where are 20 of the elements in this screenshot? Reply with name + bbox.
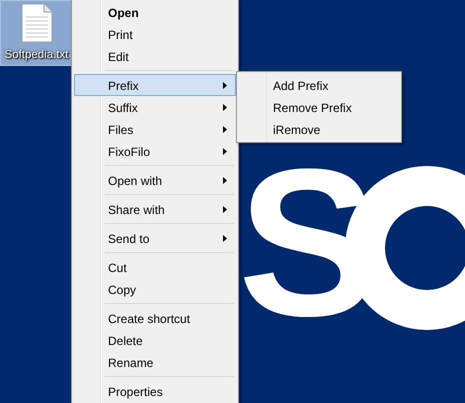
file-name: Softpedia.txt	[4, 49, 68, 61]
menu-item[interactable]: Edit	[74, 45, 236, 67]
text-file-icon	[20, 3, 52, 43]
menu-item[interactable]: Share with	[74, 198, 236, 220]
menu-item[interactable]: Open	[74, 1, 236, 23]
menu-item[interactable]: Create shortcut	[74, 307, 236, 329]
menu-item[interactable]: Remove Prefix	[239, 96, 399, 118]
menu-item[interactable]: Print	[74, 23, 236, 45]
menu-item[interactable]: Prefix	[74, 74, 236, 96]
menu-item[interactable]: Cut	[74, 256, 236, 278]
menu-item[interactable]: Delete	[74, 329, 236, 351]
menu-item[interactable]: Properties	[74, 380, 236, 402]
menu-item[interactable]: Copy	[74, 278, 236, 300]
menu-item[interactable]: Files	[74, 118, 236, 140]
menu-item[interactable]: Send to	[74, 227, 236, 249]
menu-item[interactable]: Suffix	[74, 96, 236, 118]
menu-item[interactable]: FixoFilo	[74, 140, 236, 162]
menu-item[interactable]: Rename	[74, 351, 236, 373]
menu-item[interactable]: Add Prefix	[239, 74, 399, 96]
menu-item[interactable]: Open with	[74, 169, 236, 191]
